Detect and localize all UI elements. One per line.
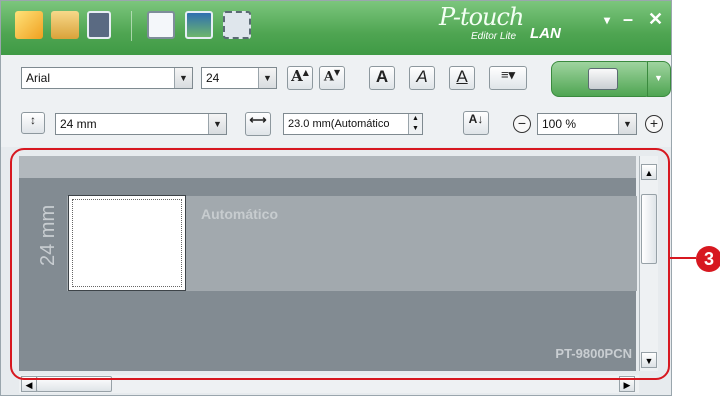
tape-width-value: 24 mm — [60, 117, 97, 131]
insert-image-icon[interactable] — [185, 11, 213, 39]
minimize-button[interactable]: – — [623, 9, 633, 30]
lan-label: LAN — [530, 25, 561, 42]
tape-length-value: 23.0 mm(Automático — [288, 118, 390, 130]
chevron-down-icon[interactable]: ▼ — [618, 114, 636, 134]
align-left-icon: ≡▾ — [500, 67, 516, 82]
toolbar-separator — [131, 11, 132, 41]
close-button[interactable]: ✕ — [648, 9, 663, 30]
window-menu-dropdown[interactable]: ▾ — [604, 13, 610, 27]
zoom-out-button[interactable]: − — [513, 115, 531, 133]
print-options-dropdown[interactable]: ▼ — [647, 61, 671, 97]
chevron-down-icon: ▼ — [654, 73, 663, 83]
underline-button[interactable]: A — [449, 66, 475, 90]
chevron-down-icon[interactable]: ▼ — [208, 114, 226, 134]
canvas-highlight-outline — [10, 148, 670, 380]
zoom-value: 100 % — [542, 117, 577, 131]
length-spinner[interactable]: ▲ ▼ — [408, 114, 422, 134]
title-bar: P-touch Editor Lite LAN ▾ – ✕ — [1, 1, 671, 55]
new-document-icon[interactable] — [15, 11, 43, 39]
shrink-font-button[interactable]: A▼ — [319, 66, 345, 90]
tape-width-icon: ↕ — [21, 112, 45, 134]
vertical-text-button[interactable]: A↓ — [463, 111, 489, 135]
font-size-value: 24 — [206, 71, 220, 85]
grow-font-button[interactable]: A▲ — [287, 66, 313, 90]
zoom-select[interactable]: 100 % ▼ — [537, 113, 637, 135]
font-family-select[interactable]: Arial ▼ — [21, 67, 193, 89]
open-folder-icon[interactable] — [51, 11, 79, 39]
tape-width-select[interactable]: 24 mm ▼ — [55, 113, 227, 135]
callout-leader-line — [670, 257, 696, 259]
zoom-in-button[interactable]: + — [645, 115, 663, 133]
italic-button[interactable]: A — [409, 66, 435, 90]
printer-icon — [588, 68, 618, 90]
tape-length-icon: ⟷ — [245, 112, 271, 136]
save-icon[interactable] — [87, 11, 111, 39]
ptouch-logo: P-touch — [439, 3, 524, 31]
font-family-value: Arial — [26, 71, 51, 85]
insert-frame-icon[interactable] — [223, 11, 251, 39]
tape-length-input[interactable]: 23.0 mm(Automático ▲ ▼ — [283, 113, 423, 135]
insert-text-icon[interactable] — [147, 11, 175, 39]
editor-lite-label: Editor Lite — [471, 31, 517, 42]
align-button[interactable]: ≡▾ — [489, 66, 527, 90]
bold-button[interactable]: A — [369, 66, 395, 90]
font-size-select[interactable]: 24 ▼ — [201, 67, 277, 89]
chevron-down-icon[interactable]: ▼ — [258, 68, 276, 88]
callout-number: 3 — [696, 246, 720, 272]
format-toolbar: Arial ▼ 24 ▼ A▲ A▼ A A A ≡▾ ▼ ↕ 24 mm ▼ … — [1, 55, 671, 147]
chevron-down-icon[interactable]: ▼ — [174, 68, 192, 88]
print-button[interactable] — [551, 61, 653, 97]
